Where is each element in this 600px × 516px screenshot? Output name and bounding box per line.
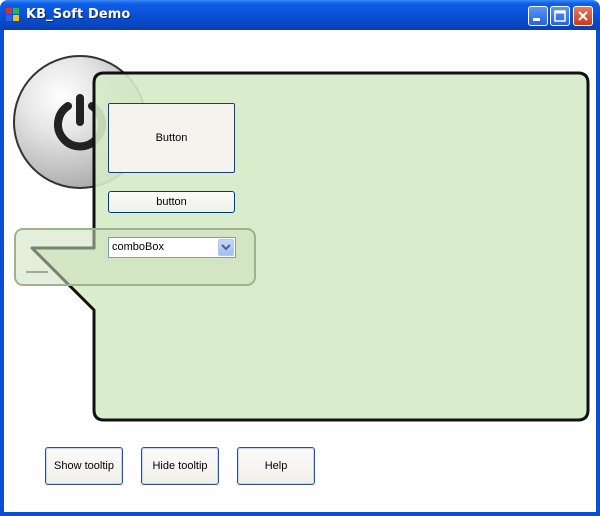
maximize-icon [554,10,566,22]
app-icon [6,8,20,22]
show-tooltip-button[interactable]: Show tooltip [45,447,123,485]
minimize-button[interactable] [528,6,548,26]
big-button[interactable]: Button [108,103,235,173]
combo-box[interactable]: comboBox [108,237,236,258]
title-bar[interactable]: KB_Soft Demo [0,0,600,30]
window-title: KB_Soft Demo [26,7,131,22]
hide-tooltip-button[interactable]: Hide tooltip [141,447,219,485]
minimize-icon [533,18,540,21]
combo-dropdown-button[interactable] [218,239,234,256]
maximize-button[interactable] [550,6,570,26]
close-button[interactable] [573,6,593,26]
chevron-down-icon [221,244,231,251]
small-button[interactable]: button [108,191,235,213]
combo-value: comboBox [112,241,164,253]
close-icon [578,11,588,21]
help-button[interactable]: Help [237,447,315,485]
